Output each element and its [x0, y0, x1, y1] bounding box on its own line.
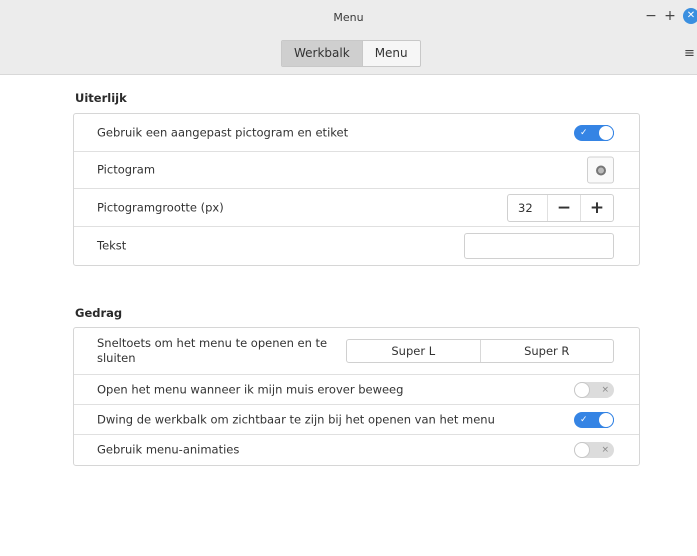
shortcut-label: Sneltoets om het menu te openen en te sl… — [97, 336, 328, 365]
animations-row: Gebruik menu-animaties × — [74, 435, 639, 465]
text-label: Tekst — [97, 238, 127, 253]
appearance-card: Gebruik een aangepast pictogram en etike… — [73, 113, 640, 266]
text-row: Tekst — [74, 227, 639, 265]
animations-toggle[interactable]: × — [574, 442, 614, 458]
force-panel-toggle[interactable]: ✓ — [574, 411, 614, 428]
text-input[interactable] — [464, 233, 614, 259]
hover-row: Open het menu wanneer ik mijn muis erove… — [74, 375, 639, 405]
maximize-button[interactable]: + — [663, 6, 677, 26]
section-title-behavior: Gedrag — [75, 306, 123, 320]
icon-size-value[interactable]: 32 — [508, 194, 548, 221]
custom-icon-toggle[interactable]: ✓ — [574, 124, 614, 141]
behavior-card: Sneltoets om het menu te openen en te sl… — [73, 327, 640, 466]
icon-row: Pictogram — [74, 152, 639, 189]
icon-size-stepper: 32 − + — [507, 193, 614, 222]
x-icon: × — [601, 445, 609, 455]
shortcut-row: Sneltoets om het menu te openen en te sl… — [74, 328, 639, 375]
animations-label: Gebruik menu-animaties — [97, 442, 240, 457]
force-panel-label: Dwing de werkbalk om zichtbaar te zijn b… — [97, 412, 495, 426]
shortcut-key-1[interactable]: Super L — [347, 340, 480, 362]
decrement-button[interactable]: − — [548, 195, 580, 221]
window-title: Menu — [333, 11, 364, 24]
toggle-knob — [574, 442, 590, 458]
hamburger-menu-icon[interactable]: ≡ — [684, 46, 695, 61]
section-title-appearance: Uiterlijk — [75, 91, 127, 105]
tab-switcher: Werkbalk Menu — [281, 40, 421, 67]
icon-label: Pictogram — [97, 162, 156, 177]
icon-size-row: Pictogramgrootte (px) 32 − + — [74, 189, 639, 227]
check-icon: ✓ — [580, 414, 588, 425]
menu-logo-icon — [596, 165, 606, 176]
shortcut-keys: Super L Super R — [346, 339, 614, 363]
close-button[interactable]: ✕ — [683, 8, 697, 24]
custom-icon-row: Gebruik een aangepast pictogram en etike… — [74, 114, 639, 152]
force-panel-row: Dwing de werkbalk om zichtbaar te zijn b… — [74, 405, 639, 435]
icon-size-label: Pictogramgrootte (px) — [97, 200, 224, 214]
tab-menu[interactable]: Menu — [361, 41, 420, 66]
hover-label: Open het menu wanneer ik mijn muis erove… — [97, 382, 404, 396]
toggle-knob — [598, 411, 614, 428]
increment-button[interactable]: + — [580, 194, 613, 221]
check-icon: ✓ — [580, 127, 588, 138]
header-bar: Menu − + ✕ Werkbalk Menu ≡ — [0, 0, 697, 75]
toggle-knob — [598, 124, 614, 141]
toggle-knob — [574, 381, 590, 398]
settings-window: Menu − + ✕ Werkbalk Menu ≡ Uiterlijk Geb… — [0, 0, 697, 556]
custom-icon-label: Gebruik een aangepast pictogram en etike… — [97, 125, 349, 139]
icon-chooser-button[interactable] — [587, 156, 614, 184]
tab-werkbalk[interactable]: Werkbalk — [282, 41, 362, 66]
x-icon: × — [601, 384, 609, 395]
shortcut-key-2[interactable]: Super R — [479, 340, 614, 362]
minimize-button[interactable]: − — [644, 6, 658, 26]
hover-toggle[interactable]: × — [574, 381, 614, 398]
